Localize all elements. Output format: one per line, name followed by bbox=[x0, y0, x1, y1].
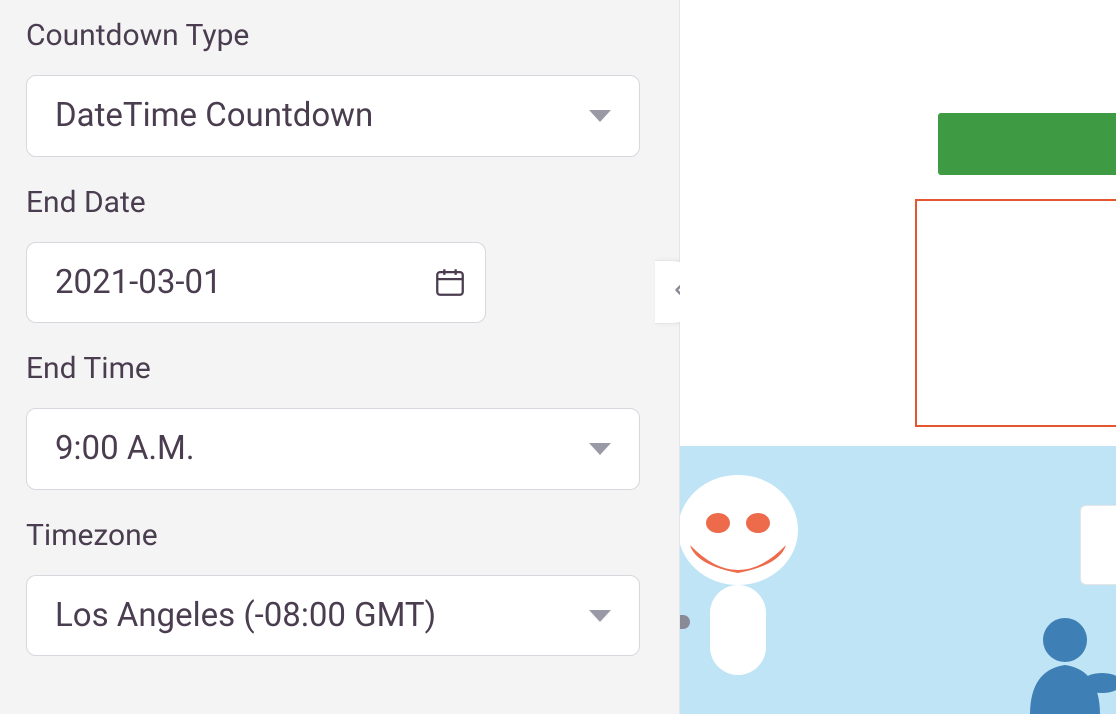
settings-sidebar: Countdown Type DateTime Countdown End Da… bbox=[0, 0, 680, 714]
countdown-type-select[interactable]: DateTime Countdown bbox=[26, 75, 640, 157]
calendar-icon bbox=[433, 265, 467, 299]
robot-illustration bbox=[680, 455, 820, 714]
chevron-down-icon bbox=[589, 110, 611, 122]
timezone-label: Timezone bbox=[26, 518, 653, 553]
timezone-value: Los Angeles (-08:00 GMT) bbox=[55, 596, 436, 635]
end-time-label: End Time bbox=[26, 351, 653, 386]
end-date-input[interactable]: 2021-03-01 bbox=[26, 242, 486, 324]
end-time-value: 9:00 A.M. bbox=[55, 429, 195, 468]
person-silhouette bbox=[1010, 615, 1116, 714]
chevron-down-icon bbox=[589, 443, 611, 455]
end-date-field: End Date 2021-03-01 bbox=[26, 185, 653, 324]
end-time-field: End Time 9:00 A.M. bbox=[26, 351, 653, 490]
end-date-label: End Date bbox=[26, 185, 653, 220]
end-time-select[interactable]: 9:00 A.M. bbox=[26, 408, 640, 490]
preview-card bbox=[1080, 505, 1116, 585]
chevron-down-icon bbox=[589, 610, 611, 622]
timezone-select[interactable]: Los Angeles (-08:00 GMT) bbox=[26, 575, 640, 657]
preview-green-button bbox=[938, 113, 1116, 175]
countdown-type-value: DateTime Countdown bbox=[55, 96, 373, 135]
countdown-type-field: Countdown Type DateTime Countdown bbox=[26, 18, 653, 157]
timezone-field: Timezone Los Angeles (-08:00 GMT) bbox=[26, 518, 653, 657]
preview-selected-element[interactable] bbox=[915, 199, 1116, 427]
preview-canvas bbox=[680, 0, 1116, 714]
countdown-type-label: Countdown Type bbox=[26, 18, 653, 53]
end-date-value: 2021-03-01 bbox=[55, 263, 222, 302]
